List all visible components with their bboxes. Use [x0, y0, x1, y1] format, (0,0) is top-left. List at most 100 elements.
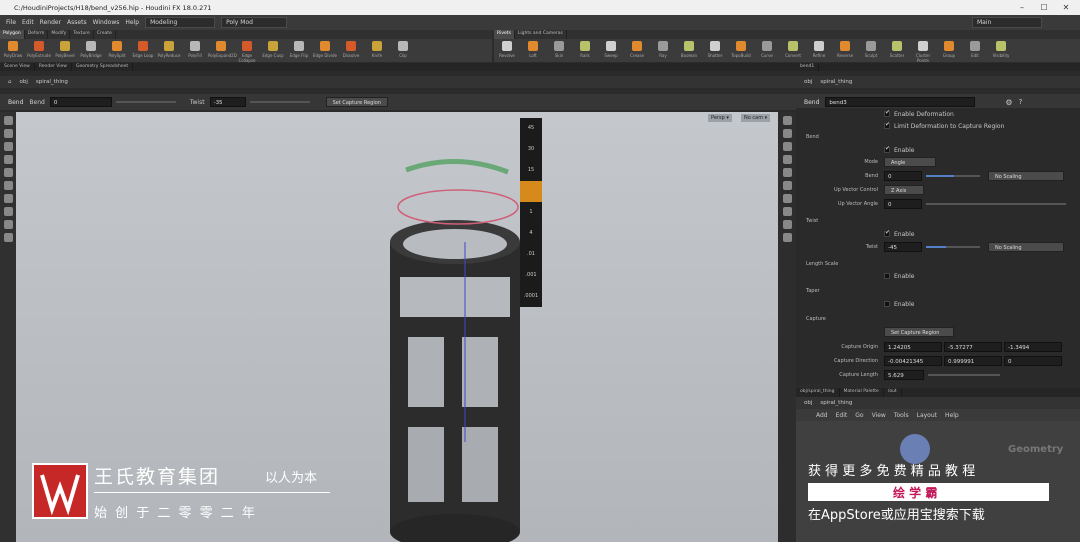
minimize-button[interactable]: –	[1010, 0, 1034, 15]
param-node-name[interactable]: bend3	[825, 97, 976, 107]
menu-file[interactable]: File	[6, 19, 16, 26]
menu-assets[interactable]: Assets	[67, 19, 87, 26]
shelf2-tool[interactable]: Curve	[754, 39, 780, 58]
net-menu-add[interactable]: Add	[816, 412, 828, 419]
net-menu-layout[interactable]: Layout	[917, 412, 937, 419]
op-bend-field[interactable]: 0	[49, 97, 112, 107]
limit-deformation-checkbox[interactable]	[884, 121, 890, 129]
net-menu-go[interactable]: Go	[855, 412, 863, 419]
shelf-tab-modify[interactable]: Modify	[48, 30, 71, 39]
shelf-tab-polygon[interactable]: Polygon	[0, 30, 25, 39]
ladder-step-active[interactable]	[520, 181, 542, 202]
tab-render-view[interactable]: Render View	[35, 63, 72, 71]
gear-icon[interactable]: ⚙	[1005, 98, 1012, 107]
ladder-step[interactable]: .0001	[520, 286, 542, 307]
net-menu-view[interactable]: View	[872, 412, 886, 419]
shelf2-tool[interactable]: Reverse	[832, 39, 858, 58]
scale-tool-icon[interactable]	[3, 155, 13, 164]
shelf-tool[interactable]: PolyBevel	[52, 39, 78, 58]
param-path-obj[interactable]: obj	[804, 79, 812, 85]
up-vector-control-select[interactable]: Z Axis	[884, 185, 924, 195]
shading-icon[interactable]	[782, 142, 792, 151]
close-button[interactable]: ✕	[1054, 0, 1078, 15]
shelf2-tool[interactable]: Visibility	[988, 39, 1014, 58]
ladder-step[interactable]: 30	[520, 139, 542, 160]
wireframe-icon[interactable]	[782, 155, 792, 164]
menu-render[interactable]: Render	[40, 19, 61, 26]
rotate-tool-icon[interactable]	[3, 142, 13, 151]
select-tool-icon[interactable]	[3, 116, 13, 125]
net-menu-edit[interactable]: Edit	[836, 412, 848, 419]
desktop-select[interactable]: Modeling	[145, 17, 216, 28]
shelf-tab-deform[interactable]: Deform	[25, 30, 49, 39]
op-twist-slider[interactable]	[249, 101, 310, 103]
shelf-tool[interactable]: Dissolve	[338, 39, 364, 58]
net-path-node[interactable]: spiral_thing	[820, 400, 852, 406]
ladder-step[interactable]: 15	[520, 160, 542, 181]
tab-scene-view[interactable]: Scene View	[0, 63, 35, 71]
points-icon[interactable]	[782, 168, 792, 177]
vis-icon[interactable]	[782, 194, 792, 203]
shelf-tool[interactable]: PolyExtrude	[26, 39, 52, 58]
capture-length-slider[interactable]	[928, 374, 1000, 376]
param-path-node[interactable]: spiral_thing	[820, 79, 852, 85]
bend-enable-checkbox[interactable]	[884, 145, 890, 153]
user-select[interactable]: Main	[972, 17, 1042, 28]
shelf2-tool[interactable]: Refine	[806, 39, 832, 58]
tab-network[interactable]: obj/spiral_thing	[796, 388, 840, 397]
shelf2-tool[interactable]: Sweep	[598, 39, 624, 58]
shelf2-tool[interactable]: Cluster Points	[910, 39, 936, 63]
enable-deformation-checkbox[interactable]	[884, 109, 890, 117]
display-option-icon[interactable]	[782, 116, 792, 125]
capture-direction-z[interactable]: 0	[1004, 356, 1062, 366]
capture-direction-y[interactable]: 0.999991	[944, 356, 1002, 366]
bend-scaling-select[interactable]: No Scaling	[988, 171, 1064, 181]
shelf2-tool[interactable]: Shatter	[702, 39, 728, 58]
shelf-tool[interactable]: Edge Loop	[130, 39, 156, 58]
shelf2-tool[interactable]: Ray	[650, 39, 676, 58]
shelf-tab-texture[interactable]: Texture	[70, 30, 94, 39]
shelf2-tab-lights[interactable]: Lights and Cameras	[515, 30, 567, 39]
twist-scaling-select[interactable]: No Scaling	[988, 242, 1064, 252]
up-vector-angle-slider[interactable]	[926, 203, 1066, 205]
shelf2-tool[interactable]: Group	[936, 39, 962, 58]
shelf2-tool[interactable]: Crease	[624, 39, 650, 58]
shelf-tool[interactable]: Edge Divide	[312, 39, 338, 58]
twist-arc-handle[interactable]	[405, 158, 509, 175]
camera-menu[interactable]: No cam ▾	[741, 114, 771, 122]
taper-enable-checkbox[interactable]	[884, 301, 890, 307]
op-capture-button[interactable]: Set Capture Region	[325, 97, 388, 107]
ladder-step[interactable]: 4	[520, 223, 542, 244]
set-capture-region-button[interactable]: Set Capture Region	[884, 327, 954, 337]
path-node[interactable]: spiral_thing	[36, 79, 68, 85]
grid-icon[interactable]	[3, 233, 13, 242]
capture-origin-y[interactable]: -5.37277	[944, 342, 1002, 352]
capture-origin-x[interactable]: 1.24205	[884, 342, 942, 352]
ladder-step[interactable]: .01	[520, 244, 542, 265]
home-icon[interactable]: ⌂	[8, 79, 12, 85]
twist-field[interactable]: -45	[884, 242, 922, 252]
ladder-step[interactable]: .001	[520, 265, 542, 286]
lights-icon[interactable]	[782, 129, 792, 138]
background-icon[interactable]	[782, 233, 792, 242]
move-tool-icon[interactable]	[3, 129, 13, 138]
shelf2-tool[interactable]: Convert	[780, 39, 806, 58]
menu-windows[interactable]: Windows	[93, 19, 120, 26]
normals-icon[interactable]	[782, 181, 792, 190]
maximize-button[interactable]: ☐	[1032, 0, 1056, 15]
tab-param[interactable]: bend1	[796, 63, 820, 71]
up-vector-angle-field[interactable]: 0	[884, 199, 922, 209]
shelfset-select[interactable]: Poly Mod	[221, 17, 288, 28]
op-twist-field[interactable]: -35	[209, 97, 246, 107]
shelf2-tool[interactable]: Revolve	[494, 39, 520, 58]
shelf-tool[interactable]: Edge Flip	[286, 39, 312, 58]
shelf-tool[interactable]: PolyExpand2D	[208, 39, 237, 58]
capture-length-field[interactable]: 5.629	[884, 370, 924, 380]
capture-direction-x[interactable]: -0.00421345	[884, 356, 942, 366]
ladder-step[interactable]: 45	[520, 118, 542, 139]
shelf-tool[interactable]: Knife	[364, 39, 390, 58]
path-obj[interactable]: obj	[20, 79, 28, 85]
ladder-step[interactable]: 1	[520, 202, 542, 223]
shelf2-tool[interactable]: TopoBuild	[728, 39, 754, 58]
shelf2-tool[interactable]: Rails	[572, 39, 598, 58]
